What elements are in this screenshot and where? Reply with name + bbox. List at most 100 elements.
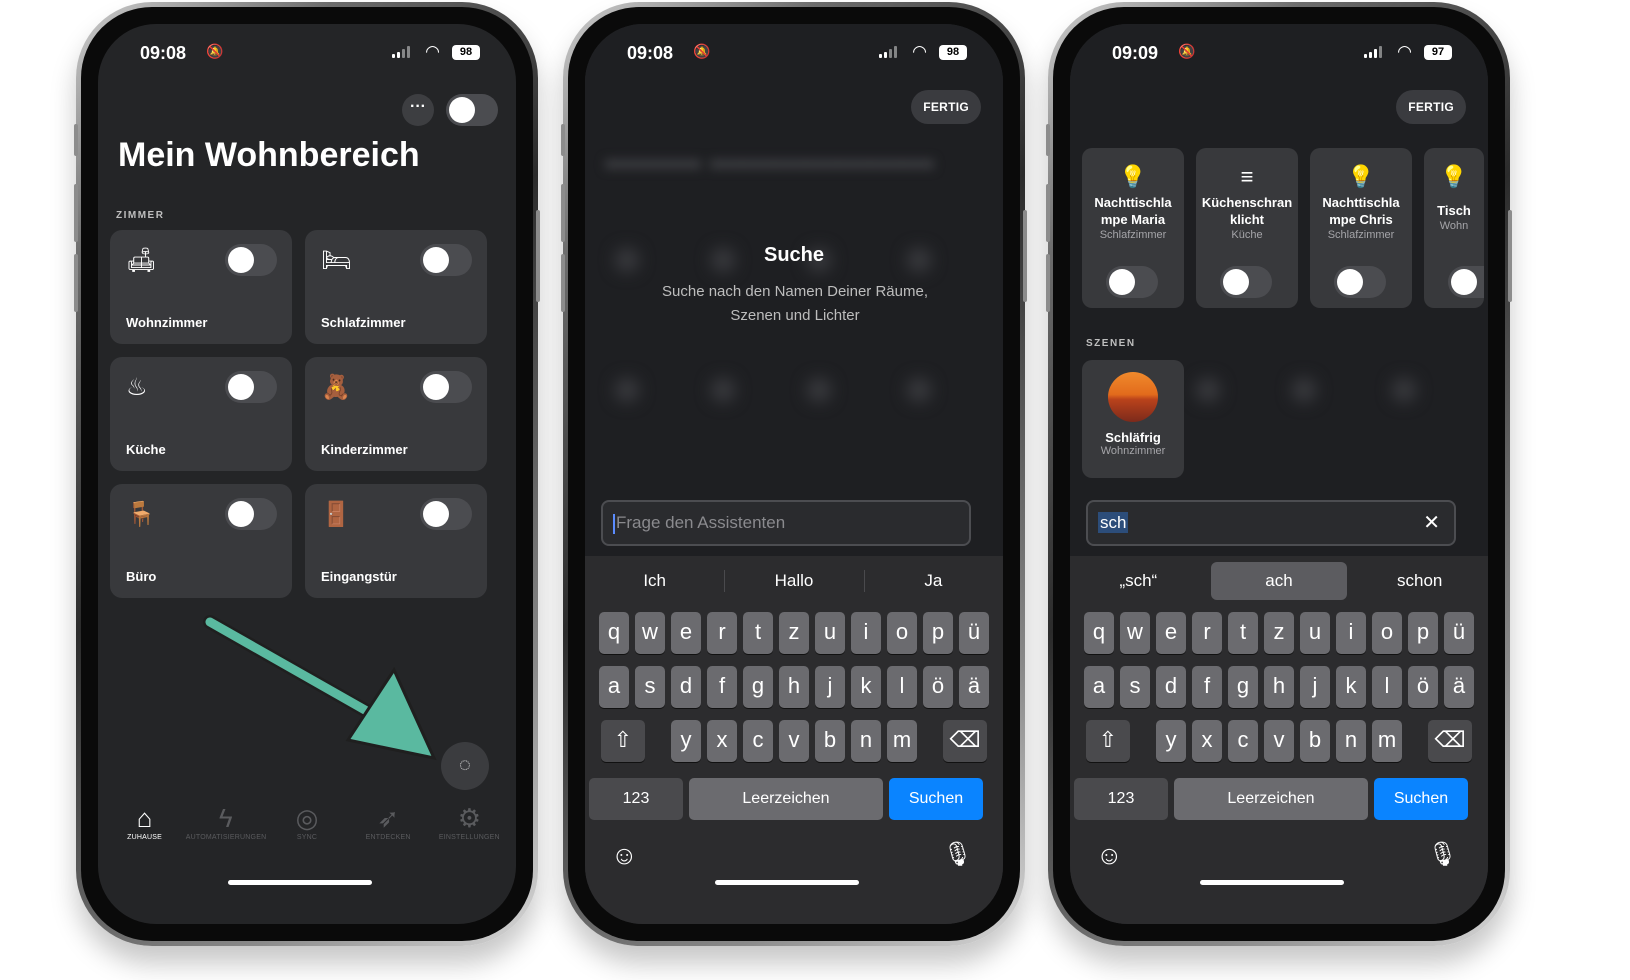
accessory-toggle[interactable] (1106, 266, 1158, 298)
key[interactable]: a (1084, 666, 1114, 708)
tab-automatisierungen[interactable]: ϟ AUTOMATISIERUNGEN (186, 802, 266, 862)
scene-card[interactable]: Schläfrig Wohnzimmer (1082, 360, 1184, 478)
key[interactable]: t (743, 612, 773, 654)
search-assistant-button[interactable]: ◌ (441, 742, 489, 790)
key[interactable]: n (851, 720, 881, 762)
backspace-key[interactable]: ⌫ (1428, 720, 1472, 762)
room-toggle[interactable] (420, 244, 472, 276)
key[interactable]: ü (959, 612, 989, 654)
suggestion-highlighted[interactable]: ach (1210, 562, 1348, 600)
accessory-toggle[interactable] (1220, 266, 1272, 298)
key[interactable]: f (707, 666, 737, 708)
space-key[interactable]: Leerzeichen (1174, 778, 1368, 820)
all-lights-toggle[interactable] (446, 94, 498, 126)
done-button[interactable]: FERTIG (911, 90, 981, 124)
key[interactable]: y (1156, 720, 1186, 762)
key[interactable]: r (707, 612, 737, 654)
shift-key[interactable]: ⇧ (1086, 720, 1130, 762)
key[interactable]: q (1084, 612, 1114, 654)
key[interactable]: u (1300, 612, 1330, 654)
key[interactable]: v (1264, 720, 1294, 762)
assistant-search-input[interactable]: Frage den Assistenten (601, 500, 971, 546)
key[interactable]: j (815, 666, 845, 708)
key[interactable]: ä (1444, 666, 1474, 708)
key[interactable]: a (599, 666, 629, 708)
clear-icon[interactable]: ✕ (1423, 502, 1440, 544)
numbers-key[interactable]: 123 (1074, 778, 1168, 820)
room-card-eingangstuer[interactable]: 🚪 Eingangstür (305, 484, 487, 598)
key[interactable]: m (887, 720, 917, 762)
key[interactable]: p (1408, 612, 1438, 654)
key[interactable]: l (887, 666, 917, 708)
room-card-kinderzimmer[interactable]: 🧸 Kinderzimmer (305, 357, 487, 471)
key[interactable]: g (1228, 666, 1258, 708)
key[interactable]: c (743, 720, 773, 762)
room-toggle[interactable] (420, 498, 472, 530)
key[interactable]: z (779, 612, 809, 654)
key[interactable]: d (1156, 666, 1186, 708)
key[interactable]: i (1336, 612, 1366, 654)
key[interactable]: b (1300, 720, 1330, 762)
key[interactable]: n (1336, 720, 1366, 762)
key[interactable]: o (1372, 612, 1402, 654)
microphone-icon[interactable]: 🎙 (943, 840, 973, 869)
shift-key[interactable]: ⇧ (601, 720, 645, 762)
key[interactable]: d (671, 666, 701, 708)
key[interactable]: i (851, 612, 881, 654)
search-key[interactable]: Suchen (889, 778, 983, 820)
accessory-card[interactable]: 💡 Nachttischla mpe Chris Schlafzimmer (1310, 148, 1412, 308)
key[interactable]: ä (959, 666, 989, 708)
room-card-schlafzimmer[interactable]: 🛏 Schlafzimmer (305, 230, 487, 344)
accessory-toggle[interactable] (1334, 266, 1386, 298)
key[interactable]: s (635, 666, 665, 708)
room-card-wohnzimmer[interactable]: 🛋 Wohnzimmer (110, 230, 292, 344)
accessory-card[interactable]: 💡 Tisch Wohn (1424, 148, 1484, 308)
suggestion[interactable]: Hallo (724, 556, 863, 606)
room-card-buero[interactable]: 🪑 Büro (110, 484, 292, 598)
accessory-card[interactable]: 💡 Nachttischla mpe Maria Schlafzimmer (1082, 148, 1184, 308)
key[interactable]: k (1336, 666, 1366, 708)
key[interactable]: u (815, 612, 845, 654)
emoji-icon[interactable]: ☺ (1096, 840, 1123, 871)
microphone-icon[interactable]: 🎙 (1428, 840, 1458, 869)
key[interactable]: g (743, 666, 773, 708)
key[interactable]: m (1372, 720, 1402, 762)
search-key[interactable]: Suchen (1374, 778, 1468, 820)
key[interactable]: c (1228, 720, 1258, 762)
key[interactable]: l (1372, 666, 1402, 708)
key[interactable]: ü (1444, 612, 1474, 654)
accessory-toggle[interactable] (1448, 266, 1484, 298)
tab-zuhause[interactable]: ⌂ ZUHAUSE (105, 802, 185, 862)
done-button[interactable]: FERTIG (1396, 90, 1466, 124)
emoji-icon[interactable]: ☺ (611, 840, 638, 871)
room-card-kueche[interactable]: ♨ Küche (110, 357, 292, 471)
key[interactable]: j (1300, 666, 1330, 708)
room-toggle[interactable] (225, 498, 277, 530)
key[interactable]: e (1156, 612, 1186, 654)
key[interactable]: ö (923, 666, 953, 708)
numbers-key[interactable]: 123 (589, 778, 683, 820)
more-options-button[interactable]: ··· (402, 94, 434, 126)
key[interactable]: v (779, 720, 809, 762)
backspace-key[interactable]: ⌫ (943, 720, 987, 762)
room-toggle[interactable] (420, 371, 472, 403)
key[interactable]: o (887, 612, 917, 654)
key[interactable]: e (671, 612, 701, 654)
key[interactable]: h (1264, 666, 1294, 708)
key[interactable]: w (1120, 612, 1150, 654)
key[interactable]: p (923, 612, 953, 654)
key[interactable]: w (635, 612, 665, 654)
suggestion[interactable]: schon (1351, 556, 1488, 606)
key[interactable]: q (599, 612, 629, 654)
key[interactable]: x (1192, 720, 1222, 762)
key[interactable]: x (707, 720, 737, 762)
tab-einstellungen[interactable]: ⚙ EINSTELLUNGEN (429, 802, 509, 862)
room-toggle[interactable] (225, 244, 277, 276)
key[interactable]: k (851, 666, 881, 708)
assistant-search-input[interactable]: sch ✕ (1086, 500, 1456, 546)
key[interactable]: r (1192, 612, 1222, 654)
key[interactable]: s (1120, 666, 1150, 708)
key[interactable]: z (1264, 612, 1294, 654)
key[interactable]: t (1228, 612, 1258, 654)
key[interactable]: b (815, 720, 845, 762)
